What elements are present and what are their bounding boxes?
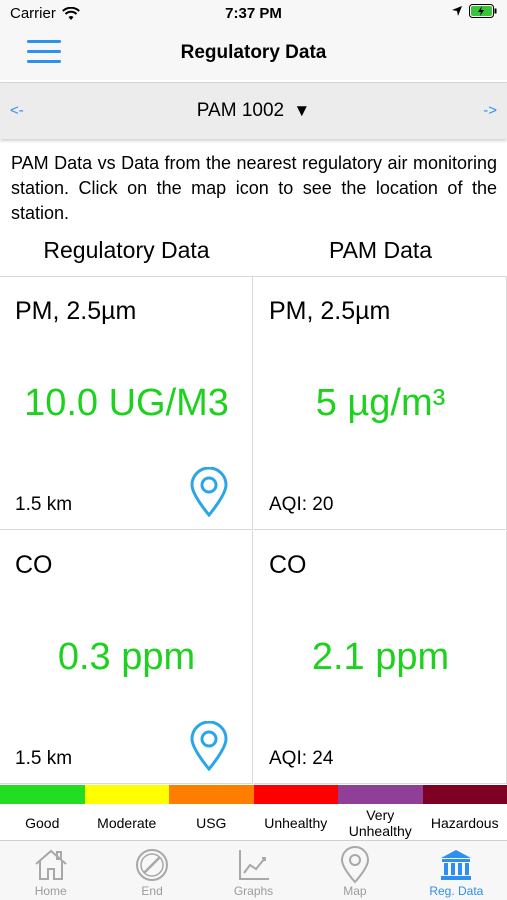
tab-end[interactable]: End bbox=[101, 841, 202, 900]
tab-label: Map bbox=[343, 884, 367, 898]
pollutant-label: PM, 2.5µm bbox=[269, 297, 391, 325]
pam-co-card: CO 2.1 ppm AQI: 24 bbox=[254, 531, 507, 784]
tab-map[interactable]: Map bbox=[304, 841, 405, 900]
description-text: PAM Data vs Data from the nearest regula… bbox=[11, 153, 497, 223]
station-distance: 1.5 km bbox=[15, 494, 73, 515]
regulatory-co-card: CO 0.3 ppm 1.5 km bbox=[0, 531, 253, 784]
device-name: PAM 1002 bbox=[196, 100, 285, 121]
regulatory-data-heading: Regulatory Data bbox=[43, 237, 210, 263]
pollutant-label: CO bbox=[269, 551, 307, 579]
pollutant-value: 2.1 ppm bbox=[311, 636, 450, 678]
aqi-good-swatch bbox=[0, 785, 85, 804]
regulatory-pm25-card: PM, 2.5µm 10.0 UG/M3 1.5 km bbox=[0, 277, 253, 530]
aqi-value: AQI: 20 bbox=[269, 494, 334, 515]
station-distance: 1.5 km bbox=[15, 748, 73, 769]
pam-pm25-card: PM, 2.5µm 5 µg/m³ AQI: 20 bbox=[254, 277, 507, 530]
aqi-very-unhealthy-label: Very Unhealthy bbox=[348, 807, 412, 839]
aqi-usg-label: USG bbox=[196, 815, 227, 831]
pollutant-value: 0.3 ppm bbox=[57, 636, 196, 678]
aqi-unhealthy-label: Unhealthy bbox=[264, 815, 328, 831]
status-bar: Carrier 7:37 PM bbox=[0, 0, 507, 28]
aqi-hazardous-swatch bbox=[422, 785, 507, 804]
aqi-moderate-label: Moderate bbox=[97, 815, 157, 831]
tab-label: Reg. Data bbox=[429, 884, 484, 898]
tab-bar: Home End Graphs Map Reg. Data bbox=[0, 840, 507, 900]
pollutant-value: 5 µg/m³ bbox=[315, 382, 446, 424]
map-pin-icon bbox=[340, 846, 369, 884]
map-pin-icon[interactable] bbox=[188, 467, 230, 517]
page-title: Regulatory Data bbox=[180, 42, 327, 63]
aqi-moderate-swatch bbox=[84, 785, 169, 804]
graphs-icon bbox=[238, 850, 269, 880]
aqi-scale-labels: Good Moderate USG Unhealthy Very Unhealt… bbox=[0, 806, 507, 840]
aqi-usg-swatch bbox=[169, 785, 254, 804]
pollutant-value: 10.0 UG/M3 bbox=[24, 382, 229, 424]
caret-down-icon: ▼ bbox=[293, 101, 311, 120]
reg-data-icon bbox=[441, 850, 472, 880]
data-grid: PM, 2.5µm 10.0 UG/M3 1.5 km PM, 2.5µm 5 … bbox=[0, 276, 507, 784]
aqi-value: AQI: 24 bbox=[269, 748, 334, 769]
status-right bbox=[451, 4, 497, 18]
tab-reg-data[interactable]: Reg. Data bbox=[406, 841, 507, 900]
pollutant-label: PM, 2.5µm bbox=[15, 297, 137, 325]
tab-label: Graphs bbox=[233, 884, 274, 898]
aqi-hazardous-label: Hazardous bbox=[430, 815, 499, 831]
pam-data-heading: PAM Data bbox=[328, 237, 433, 263]
end-icon bbox=[136, 849, 169, 881]
aqi-unhealthy-swatch bbox=[253, 785, 338, 804]
location-arrow-icon bbox=[452, 6, 462, 16]
next-device-button[interactable]: -> bbox=[483, 102, 497, 119]
tab-label: End bbox=[141, 884, 163, 898]
pollutant-label: CO bbox=[15, 551, 53, 579]
aqi-good-label: Good bbox=[25, 815, 60, 831]
aqi-very-unhealthy-swatch bbox=[338, 785, 423, 804]
home-icon bbox=[35, 849, 67, 880]
tab-home[interactable]: Home bbox=[0, 841, 101, 900]
tab-label: Home bbox=[34, 884, 67, 898]
map-pin-icon[interactable] bbox=[188, 721, 230, 771]
device-dropdown[interactable]: PAM 1002 ▼ bbox=[0, 100, 507, 122]
aqi-color-scale bbox=[0, 785, 507, 804]
clock: 7:37 PM bbox=[225, 5, 282, 22]
battery-charging-icon bbox=[469, 4, 497, 18]
nav-bar: Regulatory Data bbox=[0, 28, 507, 80]
tab-graphs[interactable]: Graphs bbox=[203, 841, 304, 900]
device-selector-bar: <- PAM 1002 ▼ -> bbox=[0, 82, 507, 139]
